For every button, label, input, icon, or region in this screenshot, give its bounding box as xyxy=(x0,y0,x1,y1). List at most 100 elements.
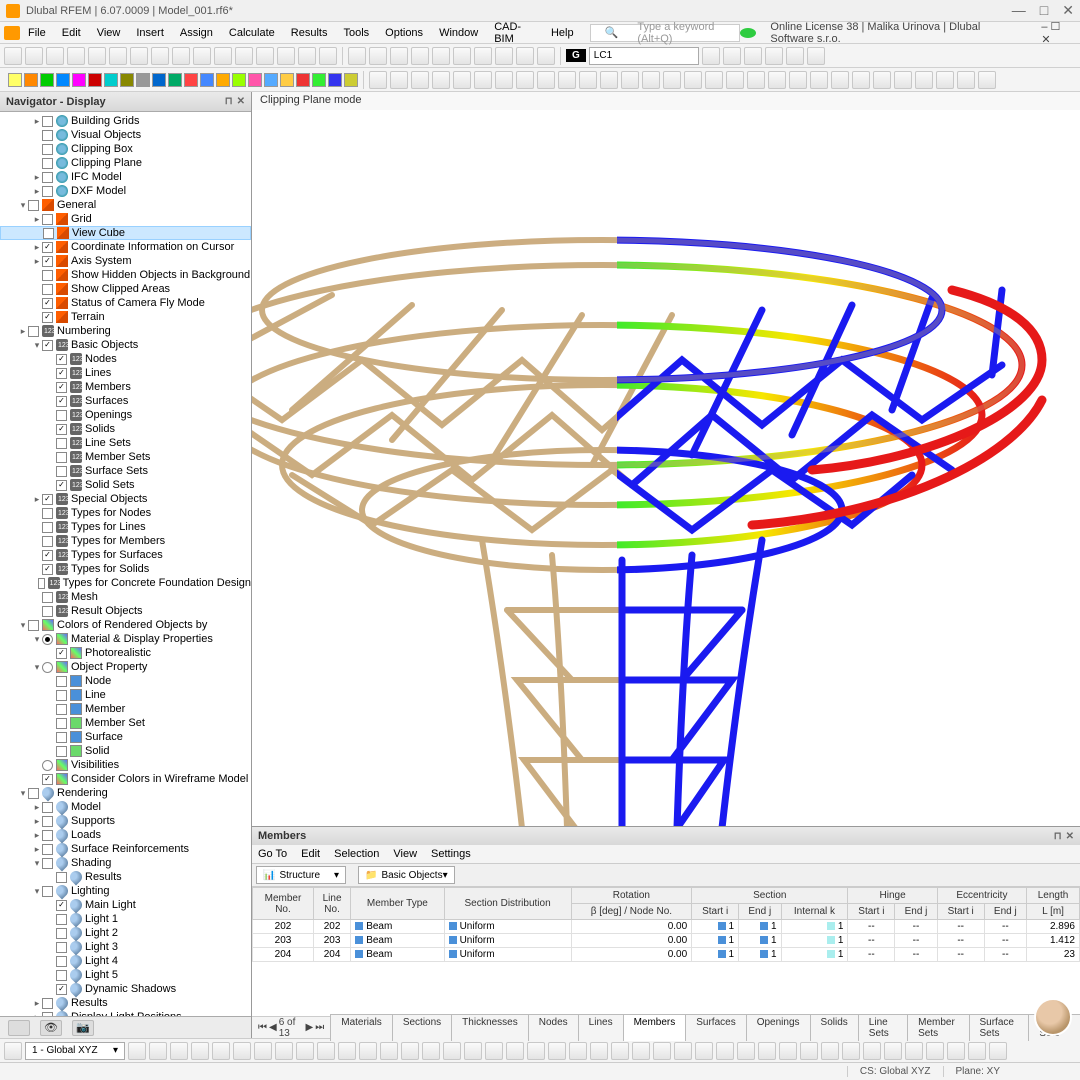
tree-item[interactable]: 123Types for Surfaces xyxy=(0,548,251,562)
tree-checkbox[interactable] xyxy=(42,312,53,323)
tree-checkbox[interactable] xyxy=(56,984,67,995)
model-viewport[interactable] xyxy=(252,110,1080,826)
toolbar-button[interactable] xyxy=(109,47,127,65)
bottom-button[interactable] xyxy=(821,1042,839,1060)
bottom-button[interactable] xyxy=(254,1042,272,1060)
bottom-button[interactable] xyxy=(800,1042,818,1060)
menu-assign[interactable]: Assign xyxy=(172,25,221,41)
toolbar-button[interactable] xyxy=(277,47,295,65)
toolbar-button[interactable] xyxy=(151,47,169,65)
toolbar-button[interactable] xyxy=(369,71,387,89)
toolbar-button[interactable] xyxy=(768,71,786,89)
tree-item[interactable]: Results xyxy=(0,870,251,884)
tree-checkbox[interactable] xyxy=(56,900,67,911)
data-tab-member-sets[interactable]: Member Sets xyxy=(907,1014,969,1041)
bottom-button[interactable] xyxy=(569,1042,587,1060)
tree-item[interactable]: 123Solid Sets xyxy=(0,478,251,492)
tree-item[interactable]: ▾Object Property xyxy=(0,660,251,674)
toolbar-button[interactable] xyxy=(390,47,408,65)
toolbar-button[interactable] xyxy=(298,47,316,65)
tree-checkbox[interactable] xyxy=(56,718,67,729)
tree-item[interactable]: Node xyxy=(0,674,251,688)
toolbar-button[interactable] xyxy=(537,47,555,65)
tree-checkbox[interactable] xyxy=(42,536,53,547)
toolbar-button[interactable] xyxy=(474,47,492,65)
bottom-button[interactable] xyxy=(359,1042,377,1060)
toolbar-button[interactable] xyxy=(579,71,597,89)
toolbar-button[interactable] xyxy=(789,71,807,89)
bottom-button[interactable] xyxy=(884,1042,902,1060)
bottom-button[interactable] xyxy=(212,1042,230,1060)
tree-item[interactable]: 123Types for Nodes xyxy=(0,506,251,520)
tree-item[interactable]: Photorealistic xyxy=(0,646,251,660)
toolbar-button[interactable] xyxy=(453,71,471,89)
toolbar-button[interactable] xyxy=(172,47,190,65)
tree-item[interactable]: 123Nodes xyxy=(0,352,251,366)
toolbar-button[interactable] xyxy=(348,47,366,65)
tree-item[interactable]: 123Line Sets xyxy=(0,436,251,450)
bottom-button[interactable] xyxy=(632,1042,650,1060)
toolbar-button[interactable] xyxy=(807,47,825,65)
keyword-search[interactable]: 🔍 Type a keyword (Alt+Q) xyxy=(590,24,741,42)
tree-checkbox[interactable] xyxy=(28,788,39,799)
tree-item[interactable]: Clipping Plane xyxy=(0,156,251,170)
color-tool-button[interactable] xyxy=(40,73,54,87)
menu-help[interactable]: Help xyxy=(543,25,582,41)
tree-checkbox[interactable] xyxy=(42,144,53,155)
tree-checkbox[interactable] xyxy=(42,592,53,603)
bottom-button[interactable] xyxy=(758,1042,776,1060)
tree-checkbox[interactable] xyxy=(56,732,67,743)
tree-item[interactable]: Member Set xyxy=(0,716,251,730)
tree-checkbox[interactable] xyxy=(56,424,67,435)
bottom-button[interactable] xyxy=(968,1042,986,1060)
members-menu-item[interactable]: View xyxy=(393,848,417,860)
tree-checkbox[interactable] xyxy=(56,382,67,393)
toolbar-button[interactable] xyxy=(516,71,534,89)
minimize-icon[interactable]: — xyxy=(1012,2,1026,19)
color-tool-button[interactable] xyxy=(248,73,262,87)
bottom-button[interactable] xyxy=(653,1042,671,1060)
color-tool-button[interactable] xyxy=(184,73,198,87)
data-tab-line-sets[interactable]: Line Sets xyxy=(858,1014,908,1041)
toolbar-button[interactable] xyxy=(873,71,891,89)
toolbar-button[interactable] xyxy=(256,47,274,65)
tree-item[interactable]: Light 3 xyxy=(0,940,251,954)
menu-edit[interactable]: Edit xyxy=(54,25,89,41)
tree-item[interactable]: Surface xyxy=(0,730,251,744)
toolbar-button[interactable] xyxy=(235,47,253,65)
tree-checkbox[interactable] xyxy=(42,998,53,1009)
nav-tab-1[interactable] xyxy=(8,1020,30,1036)
tree-item[interactable]: ▸Supports xyxy=(0,814,251,828)
tree-item[interactable]: ▸Loads xyxy=(0,828,251,842)
data-tab-openings[interactable]: Openings xyxy=(746,1014,811,1041)
tree-item[interactable]: 123Result Objects xyxy=(0,604,251,618)
tree-item[interactable]: ▸Results xyxy=(0,996,251,1010)
bottom-button[interactable] xyxy=(527,1042,545,1060)
tree-item[interactable]: ▸Grid xyxy=(0,212,251,226)
tree-item[interactable]: 123Member Sets xyxy=(0,450,251,464)
bottom-button[interactable] xyxy=(485,1042,503,1060)
tree-item[interactable]: Clipping Box xyxy=(0,142,251,156)
tree-item[interactable]: ▸Building Grids xyxy=(0,114,251,128)
tree-item[interactable]: ▾Colors of Rendered Objects by xyxy=(0,618,251,632)
tree-checkbox[interactable] xyxy=(28,326,39,337)
toolbar-button[interactable] xyxy=(747,71,765,89)
toolbar-button[interactable] xyxy=(642,71,660,89)
toolbar-button[interactable] xyxy=(936,71,954,89)
color-tool-button[interactable] xyxy=(88,73,102,87)
toolbar-button[interactable] xyxy=(831,71,849,89)
toolbar-button[interactable] xyxy=(516,47,534,65)
tree-checkbox[interactable] xyxy=(56,410,67,421)
toolbar-button[interactable] xyxy=(453,47,471,65)
panel-close-icon[interactable]: ✕ xyxy=(1066,831,1074,842)
toolbar-button[interactable] xyxy=(495,71,513,89)
tree-item[interactable]: ▸IFC Model xyxy=(0,170,251,184)
tree-item[interactable]: Line xyxy=(0,688,251,702)
toolbar-button[interactable] xyxy=(726,71,744,89)
members-menu-item[interactable]: Edit xyxy=(301,848,320,860)
tree-checkbox[interactable] xyxy=(56,480,67,491)
bottom-button[interactable] xyxy=(422,1042,440,1060)
tree-checkbox[interactable] xyxy=(43,228,54,239)
next-page-icon[interactable]: ▶ xyxy=(306,1022,314,1033)
tree-checkbox[interactable] xyxy=(56,690,67,701)
